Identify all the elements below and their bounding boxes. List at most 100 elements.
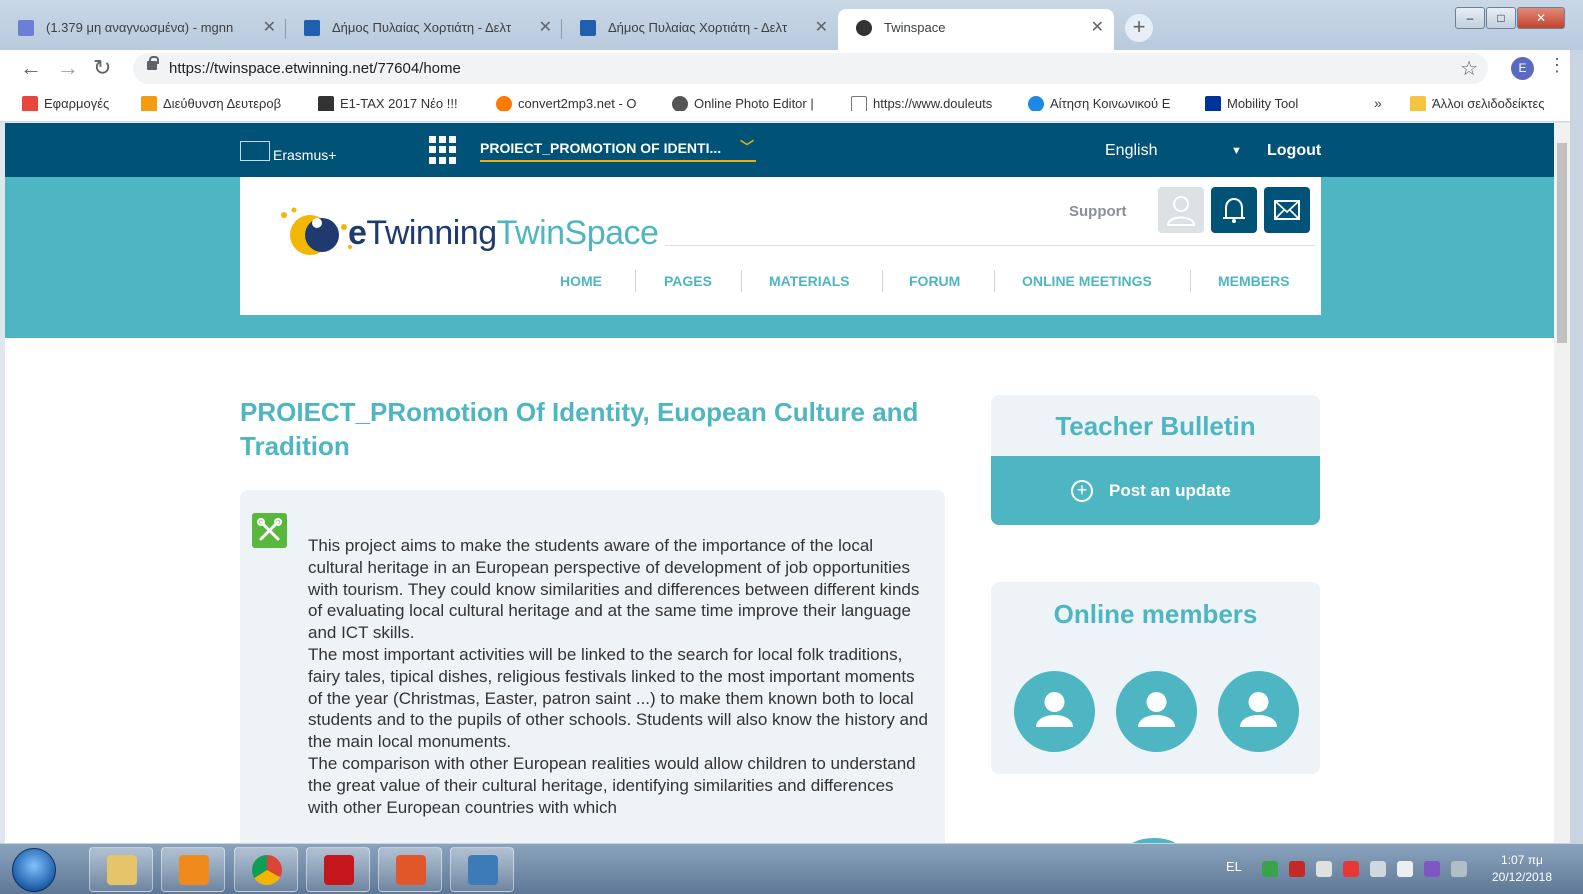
etwinning-logo-icon[interactable] [270,205,360,269]
messages-button[interactable] [1264,187,1310,233]
chrome-icon [252,855,282,885]
other-bookmarks[interactable]: Άλλοι σελιδοδείκτες [1410,96,1570,111]
taskbar-media-player[interactable] [161,847,225,892]
bookmark-item[interactable]: E1-TAX 2017 Νέο !!! [318,96,478,111]
profile-avatar[interactable]: E [1511,57,1534,80]
project-description: This project aims to make the students a… [308,535,928,818]
reload-icon[interactable]: ↻ [93,55,111,81]
logout-link[interactable]: Logout [1267,142,1321,160]
clock-time: 1:07 πμ [1501,853,1543,867]
antivirus-icon[interactable] [1289,861,1305,877]
project-selector[interactable]: PROIECT_PROMOTION OF IDENTI... ﹀ [480,139,756,162]
tab-dimos-1[interactable]: Δήμος Πυλαίας Χορτιάτη - Δελτ ✕ [286,9,562,50]
volume-icon[interactable] [1397,861,1413,877]
bookmark-label: Εφαρμογές [44,96,110,111]
back-icon[interactable]: ← [20,55,42,81]
description-paragraph: The comparison with other European reali… [308,753,916,817]
system-clock[interactable]: 1:07 πμ 20/12/2018 [1482,852,1562,886]
header-card: eTwinningTwinSpace Support HOME PAGES MA… [240,177,1321,315]
taskbar-display[interactable] [450,847,514,892]
convert-icon [496,96,512,111]
page-scrollbar[interactable] [1554,123,1570,843]
bookmark-item[interactable]: convert2mp3.net - O [496,96,656,111]
nav-online-meetings[interactable]: ONLINE MEETINGS [1022,273,1152,289]
scrollbar-thumb[interactable] [1557,143,1567,343]
pdf-icon [324,855,354,885]
logo-twinning: Twinning [366,214,497,252]
window-close-button[interactable]: ✕ [1517,7,1565,29]
close-icon[interactable]: ✕ [815,9,828,47]
language-select[interactable]: English [1105,142,1157,160]
bookmark-label: Αίτηση Κοινωνικού Ε [1050,96,1171,111]
forward-icon[interactable]: → [57,55,79,81]
user-icon [1240,692,1277,727]
edge-icon [1028,96,1044,111]
erasmus-label[interactable]: Erasmus+ [273,147,336,163]
onenote-icon[interactable] [1424,861,1440,877]
bookmark-item[interactable]: Online Photo Editor | [672,96,832,111]
eu-flag-icon [1205,96,1221,111]
close-icon[interactable]: ✕ [1091,9,1104,47]
security-icon[interactable] [1262,861,1278,877]
sound-device-icon[interactable] [1316,861,1332,877]
tab-twinspace[interactable]: Twinspace ✕ [838,9,1114,50]
envelope-icon [1274,200,1300,220]
member-avatar[interactable] [1218,671,1299,752]
member-avatar[interactable] [1014,671,1095,752]
project-selector-label: PROIECT_PROMOTION OF IDENTI... [480,140,722,156]
joomla-icon [141,96,157,111]
logo-twinspace: TwinSpace [496,214,659,252]
member-avatar[interactable] [1116,671,1197,752]
taskbar-chrome[interactable] [234,847,298,892]
input-language[interactable]: EL [1226,859,1242,874]
project-description-card: This project aims to make the students a… [240,490,945,843]
apps-grid-icon[interactable] [429,136,457,164]
lock-icon [147,56,159,70]
media-player-icon [179,855,209,885]
close-icon[interactable]: ✕ [539,9,552,47]
tab-dimos-2[interactable]: Δήμος Πυλαίας Χορτιάτη - Δελτ ✕ [562,9,838,50]
close-icon[interactable]: ✕ [263,9,276,47]
url-text[interactable]: https://twinspace.etwinning.net/77604/ho… [169,60,461,77]
maximize-button[interactable]: □ [1486,7,1516,29]
new-tab-button[interactable]: + [1125,14,1153,42]
bookmarks-more-button[interactable]: » [1374,95,1382,111]
taskbar-explorer[interactable] [89,847,153,892]
minimize-button[interactable]: – [1455,7,1485,29]
taskbar-acrobat[interactable] [306,847,370,892]
app-icon [396,855,426,885]
tab-title: Δήμος Πυλαίας Χορτιάτη - Δελτ [332,20,512,35]
profile-button[interactable] [1158,187,1204,233]
support-link[interactable]: Support [1069,203,1127,220]
plus-circle-icon: + [1071,480,1093,502]
nav-home[interactable]: HOME [560,273,602,289]
notifications-button[interactable] [1211,187,1257,233]
action-center-icon[interactable] [1343,861,1359,877]
dropbox-icon[interactable] [1370,861,1386,877]
etwinning-wordmark[interactable]: eTwinningTwinSpace [348,214,659,253]
nav-forum[interactable]: FORUM [909,273,960,289]
post-update-button[interactable]: + Post an update [991,456,1320,525]
bookmark-item[interactable]: https://www.douleuts [851,96,1011,111]
menu-icon[interactable]: ⋮ [1548,55,1566,76]
bookmark-item[interactable]: Διεύθυνση Δευτεροβ [141,96,301,111]
nav-pages[interactable]: PAGES [664,273,712,289]
taskbar-app[interactable] [378,847,442,892]
nav-materials[interactable]: MATERIALS [769,273,850,289]
address-bar[interactable]: https://twinspace.etwinning.net/77604/ho… [133,53,1488,84]
bookmark-apps[interactable]: Εφαρμογές [22,96,122,111]
bookmark-item[interactable]: Αίτηση Κοινωνικού Ε [1028,96,1188,111]
tab-strip: (1.379 μη αναγνωσμένα) - mgnn ✕ Δήμος Πυ… [0,0,1583,50]
star-icon[interactable]: ☆ [1460,56,1478,81]
start-button[interactable] [12,848,56,892]
mail-icon [18,20,34,36]
caret-down-icon[interactable]: ▼ [1231,145,1242,157]
display-icon [468,855,498,885]
photo-editor-icon [672,96,688,111]
nav-members[interactable]: MEMBERS [1218,273,1290,289]
project-title: PROIECT_PRomotion Of Identity, Euopean C… [240,397,919,461]
main-nav: HOME PAGES MATERIALS FORUM ONLINE MEETIN… [545,270,1311,293]
bookmark-item[interactable]: Mobility Tool [1205,96,1335,111]
tab-mail[interactable]: (1.379 μη αναγνωσμένα) - mgnn ✕ [0,9,286,50]
network-icon[interactable] [1451,861,1467,877]
